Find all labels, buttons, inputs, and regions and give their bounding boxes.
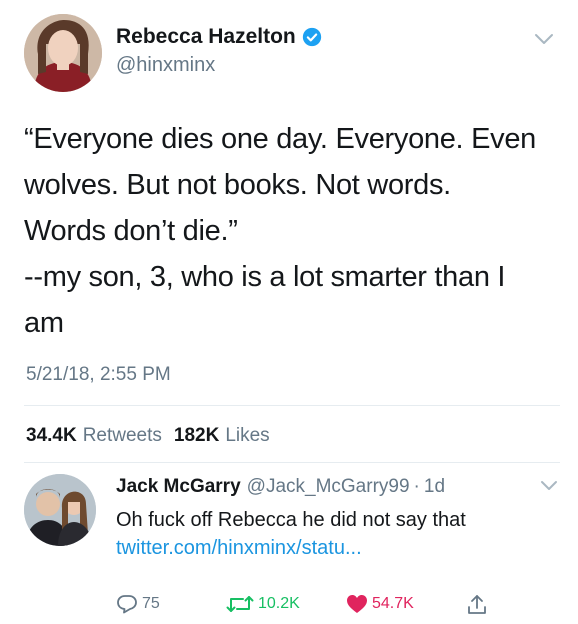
retweet-button[interactable]: 10.2K: [226, 594, 300, 614]
chevron-down-icon[interactable]: [534, 32, 554, 46]
reply-separator: ·: [413, 476, 420, 497]
retweets-count[interactable]: 34.4K: [26, 425, 77, 447]
tweet-text-line: “Everyone dies one day. Everyone. Even: [24, 123, 536, 155]
tweet-timestamp[interactable]: 5/21/18, 2:55 PM: [26, 364, 171, 386]
reply-link[interactable]: twitter.com/hinxminx/statu...: [116, 534, 362, 563]
author-handle[interactable]: @hinxminx: [116, 52, 322, 78]
like-count: 54.7K: [372, 595, 414, 612]
share-icon: [468, 595, 486, 614]
reply-actions: 75 10.2K 54.7K: [116, 594, 516, 620]
retweets-label[interactable]: Retweets: [83, 425, 162, 447]
reply-avatar[interactable]: [24, 474, 96, 546]
tweet-text-line: wolves. But not books. Not words.: [24, 169, 451, 201]
author-avatar[interactable]: [24, 14, 102, 92]
likes-label[interactable]: Likes: [225, 425, 269, 447]
divider: [24, 405, 560, 406]
chevron-down-icon[interactable]: [540, 480, 558, 492]
share-button[interactable]: [466, 594, 488, 616]
author-name-row: Rebecca Hazelton: [116, 24, 322, 50]
reply-tweet[interactable]: Jack McGarry @Jack_McGarry99 · 1d Oh fuc…: [24, 470, 564, 620]
reply-author-handle[interactable]: @Jack_McGarry99: [247, 476, 410, 498]
tweet-text-line: am: [24, 307, 64, 339]
tweet-text-line: --my son, 3, who is a lot smarter than I: [24, 261, 506, 293]
heart-icon: [347, 595, 367, 613]
reply-text: Oh fuck off Rebecca he did not say that: [116, 509, 466, 531]
tweet-stats: 34.4K Retweets 182K Likes: [26, 425, 282, 447]
reply-author-name[interactable]: Jack McGarry: [116, 476, 241, 498]
author-block: Rebecca Hazelton @hinxminx: [116, 24, 322, 78]
verified-badge-icon: [302, 27, 321, 47]
reply-button[interactable]: 75: [116, 594, 160, 614]
tweet-text: “Everyone dies one day. Everyone. Even w…: [24, 116, 554, 346]
reply-header: Jack McGarry @Jack_McGarry99 · 1d: [116, 476, 445, 498]
reply-time[interactable]: 1d: [424, 476, 445, 498]
divider: [24, 462, 560, 463]
retweet-count: 10.2K: [258, 595, 300, 612]
reply-icon: [117, 595, 137, 614]
likes-count[interactable]: 182K: [174, 425, 219, 447]
reply-count: 75: [142, 595, 160, 612]
tweet-header: Rebecca Hazelton @hinxminx: [24, 14, 554, 94]
retweet-icon: [226, 596, 254, 612]
like-button[interactable]: 54.7K: [346, 594, 414, 614]
author-name[interactable]: Rebecca Hazelton: [116, 24, 296, 50]
tweet-text-line: Words don’t die.”: [24, 215, 238, 247]
